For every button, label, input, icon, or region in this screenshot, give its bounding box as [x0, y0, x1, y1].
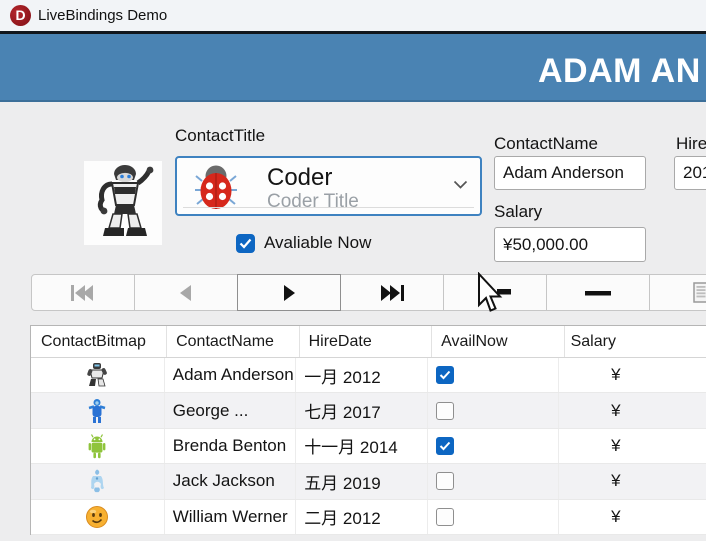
navigator-insert-button[interactable]: [443, 274, 547, 311]
blue-genie-icon: [86, 468, 108, 494]
cell-availnow-checkbox[interactable]: [436, 437, 454, 455]
navigator-delete-button[interactable]: [546, 274, 650, 311]
delphi-logo-icon: D: [10, 5, 31, 26]
navigator-prior-button[interactable]: [134, 274, 238, 311]
cell-contactname: Brenda Benton: [165, 429, 296, 463]
next-record-icon: [277, 284, 301, 302]
cell-hiredate: 十一月 2014: [296, 429, 427, 463]
combo-inner-divider: [183, 207, 474, 208]
last-record-icon: [378, 284, 406, 302]
combo-selected-value: Coder: [267, 164, 332, 192]
prior-record-icon: [174, 284, 198, 302]
hire-date-label: Hire: [676, 134, 706, 154]
cell-contactname: George ...: [165, 393, 296, 427]
grid-header-salary[interactable]: Salary: [565, 326, 706, 357]
available-now-label: Avaliable Now: [264, 233, 371, 253]
cell-availnow-checkbox[interactable]: [436, 402, 454, 420]
first-record-icon: [69, 284, 97, 302]
navigator-next-button[interactable]: [237, 274, 341, 311]
contacts-grid[interactable]: ContactBitmap ContactName HireDate Avail…: [30, 325, 706, 535]
chevron-down-icon[interactable]: [453, 180, 468, 189]
cell-hiredate: 五月 2019: [296, 464, 427, 498]
ladybug-icon: [195, 163, 237, 211]
cell-salary: ¥: [559, 464, 706, 498]
bind-navigator-toolbar: [31, 274, 706, 311]
check-icon: [439, 441, 451, 451]
cell-availnow-checkbox[interactable]: [436, 508, 454, 526]
robot-photo-icon: [84, 161, 162, 245]
grid-header-hiredate[interactable]: HireDate: [300, 326, 433, 357]
table-row[interactable]: William Werner 二月 2012 ¥: [31, 500, 706, 535]
header-banner: ADAM AN: [0, 34, 706, 102]
salary-label: Salary: [494, 202, 542, 222]
table-row[interactable]: Adam Anderson 一月 2012 ¥: [31, 358, 706, 393]
android-robot-icon: [86, 433, 108, 459]
salary-input[interactable]: [494, 227, 646, 262]
robot-toy-icon: [86, 362, 108, 388]
delete-record-icon: [584, 284, 612, 302]
title-bar: D LiveBindings Demo: [0, 0, 706, 31]
check-icon: [239, 238, 252, 249]
contact-name-label: ContactName: [494, 134, 598, 154]
cell-contactname: William Werner: [165, 500, 296, 534]
cell-salary: ¥: [559, 393, 706, 427]
grid-header-contactbitmap[interactable]: ContactBitmap: [31, 326, 167, 357]
checkbox-box[interactable]: [236, 234, 255, 253]
table-row[interactable]: George ... 七月 2017 ¥: [31, 393, 706, 428]
cell-hiredate: 二月 2012: [296, 500, 427, 534]
app-window: D LiveBindings Demo ADAM AN ContactTitle: [0, 0, 706, 541]
contact-bitmap-image: [84, 161, 162, 245]
cell-hiredate: 一月 2012: [296, 358, 427, 392]
cell-contactname: Adam Anderson: [165, 358, 296, 392]
smiley-face-icon: [85, 505, 109, 529]
available-now-checkbox[interactable]: Avaliable Now: [236, 233, 371, 253]
navigator-first-button[interactable]: [31, 274, 135, 311]
hire-date-input[interactable]: [674, 156, 706, 190]
navigator-last-button[interactable]: [340, 274, 444, 311]
edit-record-icon: [693, 282, 706, 303]
contact-title-label: ContactTitle: [175, 126, 265, 146]
cell-availnow-checkbox[interactable]: [436, 472, 454, 490]
cell-contactname: Jack Jackson: [165, 464, 296, 498]
navigator-edit-button[interactable]: [649, 274, 706, 311]
window-title: LiveBindings Demo: [38, 0, 167, 31]
grid-header-contactname[interactable]: ContactName: [167, 326, 300, 357]
banner-contact-name: ADAM AN: [538, 52, 701, 91]
cell-salary: ¥: [559, 429, 706, 463]
check-icon: [439, 370, 451, 380]
contact-name-input[interactable]: [494, 156, 646, 190]
grid-header-availnow[interactable]: AvailNow: [432, 326, 565, 357]
table-row[interactable]: Brenda Benton 十一月 2014 ¥: [31, 429, 706, 464]
grid-header-row: ContactBitmap ContactName HireDate Avail…: [31, 326, 706, 358]
table-row[interactable]: Jack Jackson 五月 2019 ¥: [31, 464, 706, 499]
cell-hiredate: 七月 2017: [296, 393, 427, 427]
combo-selected-subtitle: Coder Title: [267, 191, 359, 213]
cell-salary: ¥: [559, 500, 706, 534]
contact-title-combobox[interactable]: Coder Coder Title: [175, 156, 482, 216]
blue-man-icon: [86, 398, 108, 424]
cell-availnow-checkbox[interactable]: [436, 366, 454, 384]
cell-salary: ¥: [559, 358, 706, 392]
